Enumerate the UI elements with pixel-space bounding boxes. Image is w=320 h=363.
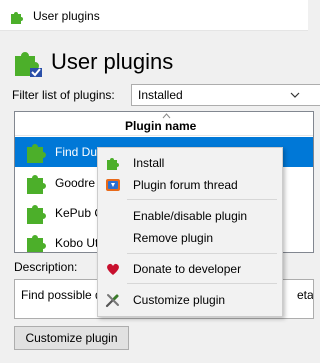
puzzle-piece-icon	[27, 144, 46, 163]
menu-item-label: Plugin forum thread	[133, 178, 238, 192]
user-plugins-icon	[15, 52, 42, 77]
menu-item-label: Remove plugin	[133, 231, 214, 245]
page-title: User plugins	[51, 49, 174, 74]
row-label: Goodre	[55, 176, 96, 190]
menu-separator	[127, 283, 277, 284]
menu-item-label: Customize plugin	[133, 293, 226, 307]
column-header-plugin-name[interactable]: Plugin name	[15, 112, 313, 136]
plugin-filter-select[interactable]: Installed	[131, 84, 320, 106]
heart-icon	[107, 263, 119, 275]
menu-item-label: Install	[133, 156, 165, 170]
chevron-down-icon	[290, 92, 300, 98]
menu-item-remove-plugin[interactable]: Remove plugin	[98, 227, 282, 249]
menu-item-enable-disable-plugin[interactable]: Enable/disable plugin	[98, 205, 282, 227]
puzzle-piece-icon	[27, 175, 46, 194]
window-titlebar: User plugins	[0, 0, 308, 31]
column-header-label: Plugin name	[125, 119, 197, 133]
context-menu: Install Plugin forum thread Enable/disab…	[97, 147, 283, 317]
menu-item-plugin-forum-thread[interactable]: Plugin forum thread	[98, 174, 282, 196]
description-label: Description:	[14, 260, 78, 274]
puzzle-piece-icon	[27, 205, 46, 224]
menu-item-label: Enable/disable plugin	[133, 209, 248, 223]
menu-separator	[127, 253, 277, 254]
menu-item-customize-plugin[interactable]: Customize plugin	[98, 289, 282, 311]
window-title: User plugins	[33, 9, 100, 23]
filter-label: Filter list of plugins:	[12, 88, 115, 102]
filter-selected-value: Installed	[138, 88, 183, 102]
puzzle-piece-icon	[27, 235, 46, 252]
puzzle-piece-icon	[11, 12, 23, 24]
puzzle-piece-icon	[107, 158, 119, 170]
description-text-suffix: etad	[297, 288, 314, 302]
customize-plugin-button[interactable]: Customize plugin	[14, 326, 129, 350]
menu-item-label: Donate to developer	[133, 262, 242, 276]
tools-icon	[105, 294, 119, 308]
description-text: Find possible d	[21, 288, 102, 302]
row-label: Kobo Ut	[55, 236, 99, 250]
forum-icon	[106, 179, 120, 191]
row-label: KePub C	[55, 206, 104, 220]
menu-item-donate-to-developer[interactable]: Donate to developer	[98, 258, 282, 280]
menu-item-install[interactable]: Install	[98, 152, 282, 174]
menu-separator	[127, 199, 277, 200]
